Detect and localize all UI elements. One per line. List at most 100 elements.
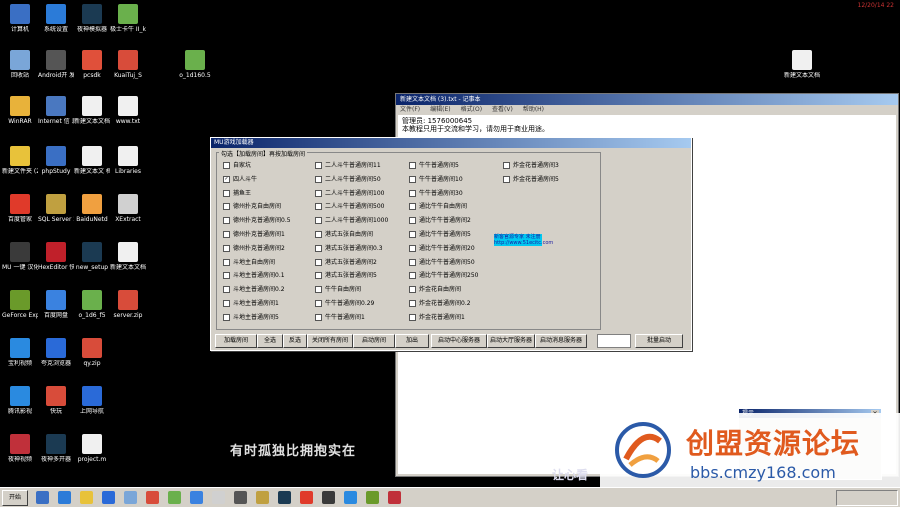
- desktop-icon[interactable]: Android开 发助手: [38, 50, 74, 79]
- desktop-icon[interactable]: 快玩: [38, 386, 74, 415]
- taskbar-app-icon[interactable]: [366, 491, 379, 504]
- register-link[interactable]: 新客官源专家 未注册 http://www.51ecitc.com: [494, 234, 553, 246]
- room-checkbox[interactable]: 港式五张普通房间5: [315, 272, 377, 280]
- room-checkbox[interactable]: 牛牛普通房间1: [315, 313, 365, 321]
- taskbar-app-icon[interactable]: [322, 491, 335, 504]
- notepad-menu-item[interactable]: 格式(O): [461, 106, 482, 113]
- dialog-button[interactable]: 批量启动: [635, 334, 683, 348]
- room-checkbox[interactable]: 斗地主普通房间1: [223, 300, 279, 307]
- desktop-icon[interactable]: GeForce Experience: [2, 290, 38, 319]
- desktop-icon[interactable]: 新建文本文 档.txt: [74, 146, 110, 175]
- dialog-button[interactable]: 反选: [283, 334, 307, 348]
- room-checkbox[interactable]: 炸金花普通房间5: [503, 175, 559, 183]
- desktop-icon[interactable]: 宝利视频: [2, 338, 38, 367]
- room-checkbox[interactable]: 牛牛普通房间0.29: [315, 300, 374, 307]
- dialog-button[interactable]: 启动房间: [353, 334, 395, 348]
- taskbar-app-icon[interactable]: [256, 491, 269, 504]
- start-button[interactable]: 开始: [2, 490, 28, 506]
- taskbar-app-icon[interactable]: [300, 491, 313, 504]
- notepad-menu-item[interactable]: 帮助(H): [523, 106, 544, 113]
- room-checkbox[interactable]: 二人斗牛普通房间500: [315, 203, 384, 211]
- desktop-icon[interactable]: 新建文件夹 (2): [2, 146, 38, 175]
- taskbar-app-icon[interactable]: [80, 491, 93, 504]
- desktop-icon[interactable]: BaiduNetd: [74, 194, 110, 223]
- taskbar-app-icon[interactable]: [168, 491, 181, 504]
- room-checkbox[interactable]: 牛牛普通房间5: [409, 162, 459, 169]
- desktop-icon[interactable]: pcsdk: [74, 50, 110, 79]
- room-checkbox[interactable]: 斗地主普通房间0.2: [223, 286, 285, 294]
- dialog-button[interactable]: 关闭所有房间: [307, 334, 353, 348]
- room-checkbox[interactable]: 港式五张普通房间2: [315, 258, 377, 266]
- room-checkbox[interactable]: 港式五张自由房间: [315, 231, 373, 238]
- notepad-menu-item[interactable]: 查看(V): [492, 106, 513, 113]
- taskbar-app-icon[interactable]: [146, 491, 159, 504]
- desktop-icon[interactable]: HexEditor 快捷方式: [38, 242, 74, 271]
- desktop-icon[interactable]: 夸克浏览器: [38, 338, 74, 367]
- dialog-button[interactable]: 加出: [395, 334, 429, 348]
- dialog-button[interactable]: 启动中心服务器: [431, 334, 487, 348]
- desktop-icon[interactable]: phpStudy: [38, 146, 74, 175]
- taskbar-app-icon[interactable]: [278, 491, 291, 504]
- desktop-icon[interactable]: 夜神多开器: [38, 434, 74, 463]
- desktop-icon[interactable]: WinRAR: [2, 96, 38, 125]
- room-checkbox[interactable]: 自家坑: [223, 162, 251, 169]
- desktop-icon[interactable]: www.txt: [110, 96, 146, 125]
- desktop-icon[interactable]: SQL Server 2014 M: [38, 194, 74, 223]
- room-checkbox[interactable]: 牛牛普通房间10: [409, 175, 463, 183]
- desktop-icon[interactable]: 百度管家: [2, 194, 38, 223]
- taskbar-app-icon[interactable]: [190, 491, 203, 504]
- room-checkbox[interactable]: 通比牛牛普通房间2: [409, 217, 471, 225]
- dialog-button[interactable]: 加载房间: [215, 334, 257, 348]
- desktop-icon[interactable]: MU 一键 汉化: [2, 242, 38, 271]
- desktop-icon[interactable]: new_setup: [74, 242, 110, 271]
- room-checkbox[interactable]: 德州扑克普通房间1: [223, 231, 285, 238]
- taskbar-app-icon[interactable]: [344, 491, 357, 504]
- desktop-icon[interactable]: Internet 信 息服务(IIS): [38, 96, 74, 125]
- desktop-icon[interactable]: 新建文本文档 (3).txt: [784, 50, 820, 79]
- desktop-icon[interactable]: 夜神视频: [2, 434, 38, 463]
- room-checkbox[interactable]: 通比牛牛普通房间250: [409, 272, 478, 280]
- room-checkbox[interactable]: 斗地主普通房间0.1: [223, 272, 285, 280]
- desktop-icon[interactable]: project.m: [74, 434, 110, 463]
- dialog-button[interactable]: 启动大厅服务器: [487, 334, 535, 348]
- room-checkbox[interactable]: 捕鱼王: [223, 189, 251, 197]
- desktop-icon[interactable]: 新建文本文档 (4).txt: [110, 242, 146, 271]
- room-checkbox[interactable]: 牛牛普通房间30: [409, 189, 463, 197]
- room-checkbox[interactable]: 炸金花普通房间1: [409, 313, 465, 321]
- room-checkbox[interactable]: 通比牛牛自由房间: [409, 203, 467, 211]
- taskbar-app-icon[interactable]: [58, 491, 71, 504]
- room-checkbox[interactable]: 二人斗牛普通房间1000: [315, 217, 388, 225]
- desktop-icon[interactable]: XExtract: [110, 194, 146, 223]
- notepad-menu-item[interactable]: 编辑(E): [430, 106, 450, 113]
- room-checkbox[interactable]: ✓ 四人斗牛: [223, 175, 257, 183]
- dialog-button[interactable]: 启动消息服务器: [535, 334, 587, 348]
- room-checkbox[interactable]: 通比牛牛普通房间20: [409, 244, 475, 252]
- desktop-icon[interactable]: 腾讯影视: [2, 386, 38, 415]
- desktop-icon[interactable]: 计算机: [2, 4, 38, 33]
- room-checkbox[interactable]: 德州扑克普通房间2: [223, 244, 285, 252]
- desktop-icon[interactable]: 新建文本文档 (1).txt: [74, 96, 110, 125]
- room-checkbox[interactable]: 炸金花普通房间3: [503, 162, 559, 169]
- desktop-icon[interactable]: 百度网盘: [38, 290, 74, 319]
- room-checkbox[interactable]: 炸金花普通房间0.2: [409, 300, 471, 307]
- room-checkbox[interactable]: 通比牛牛普通房间5: [409, 231, 471, 238]
- desktop-icon[interactable]: server.zip: [110, 290, 146, 319]
- room-checkbox[interactable]: 斗地主自由房间: [223, 258, 275, 266]
- desktop-icon[interactable]: o_1d6_f5: [74, 290, 110, 319]
- room-checkbox[interactable]: 二人斗牛普通房间11: [315, 162, 381, 169]
- desktop-icon[interactable]: o_1d160.5: [177, 50, 213, 79]
- desktop-icon[interactable]: 回收站: [2, 50, 38, 79]
- desktop-icon[interactable]: KuaiTuj_S: [110, 50, 146, 79]
- desktop-icon[interactable]: 上网导航: [74, 386, 110, 415]
- taskbar-app-icon[interactable]: [124, 491, 137, 504]
- desktop-icon[interactable]: 夜神模拟器: [74, 4, 110, 33]
- room-checkbox[interactable]: 牛牛自由房间: [315, 286, 361, 294]
- room-checkbox[interactable]: 港式五张普通房间0.3: [315, 244, 383, 252]
- desktop-icon[interactable]: 系统设置: [38, 4, 74, 33]
- room-checkbox[interactable]: 二人斗牛普通房间50: [315, 175, 381, 183]
- room-checkbox[interactable]: 通比牛牛普通房间50: [409, 258, 475, 266]
- room-checkbox[interactable]: 德州扑克自由房间: [223, 203, 281, 211]
- notepad-menu-item[interactable]: 文件(F): [400, 106, 420, 113]
- taskbar-app-icon[interactable]: [36, 491, 49, 504]
- taskbar-app-icon[interactable]: [212, 491, 225, 504]
